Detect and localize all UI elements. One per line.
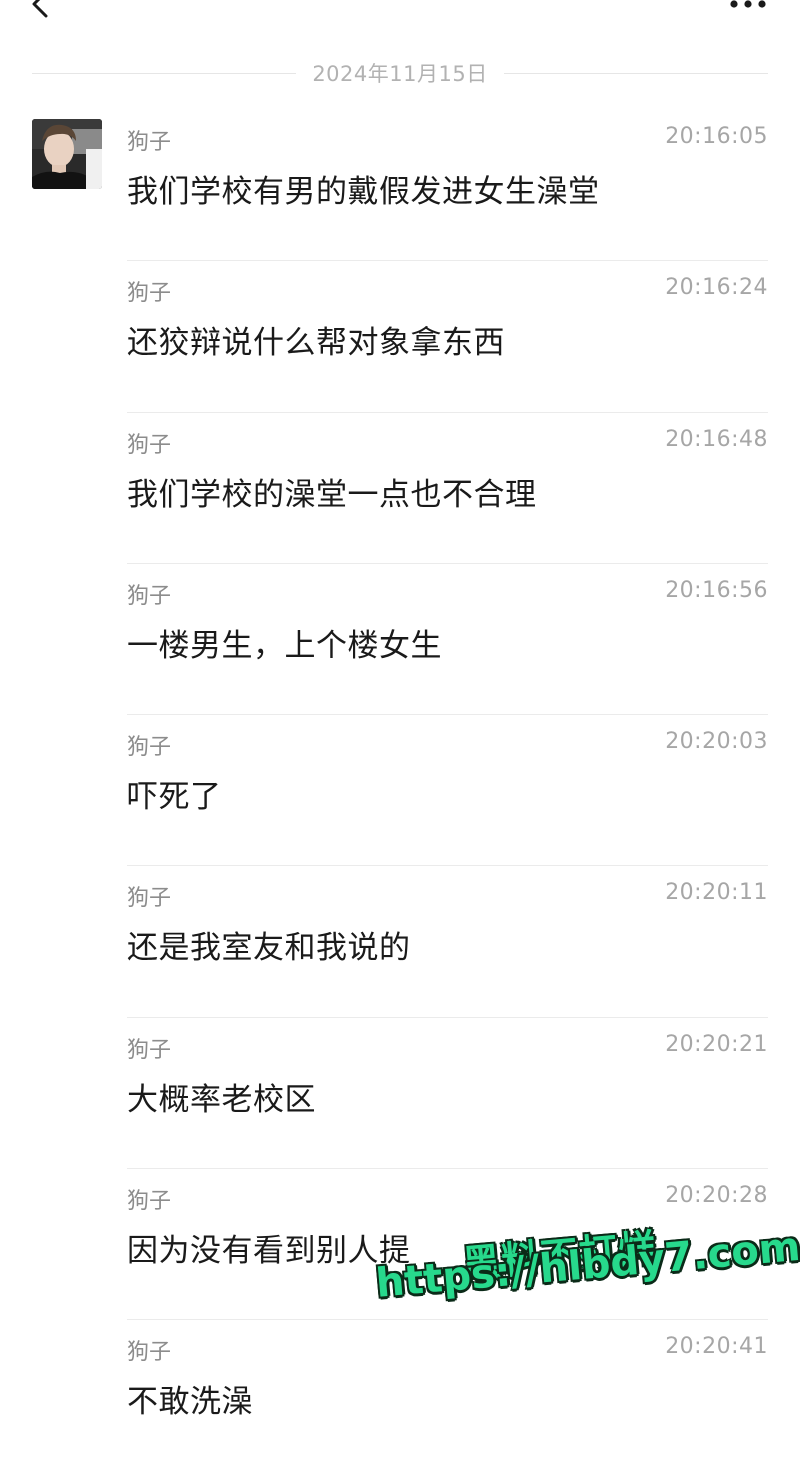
- message-time: 20:16:24: [665, 275, 768, 301]
- message-sender: 狗子: [127, 735, 172, 761]
- message-text: 不敢洗澡: [127, 1384, 253, 1421]
- date-divider: 2024年11月15日: [32, 56, 769, 90]
- message-sender: 狗子: [127, 1037, 172, 1063]
- top-bar: [0, 0, 800, 30]
- message-time: 20:20:11: [665, 880, 768, 906]
- message-time: 20:16:05: [665, 124, 768, 149]
- message-sender: 狗子: [127, 1340, 172, 1366]
- message-time: 20:20:41: [665, 1334, 768, 1360]
- message-text: 大概率老校区: [127, 1081, 316, 1118]
- chevron-left-icon: [32, 0, 48, 18]
- message-sender: 狗子: [127, 583, 172, 609]
- divider-line: [503, 72, 769, 74]
- message-text: 吓死了: [127, 779, 222, 816]
- more-button[interactable]: [726, 0, 770, 14]
- message-item[interactable]: 狗子 20:20:11 还是我室友和我说的: [127, 866, 768, 1018]
- message-text: 还狡辩说什么帮对象拿东西: [127, 325, 505, 362]
- message-sender: 狗子: [127, 281, 172, 307]
- user-avatar-photo: [32, 119, 102, 189]
- message-item[interactable]: 狗子 20:20:28 因为没有看到别人提: [127, 1169, 768, 1321]
- back-button[interactable]: [22, 0, 62, 24]
- message-text: 我们学校的澡堂一点也不合理: [127, 476, 537, 513]
- more-horizontal-icon: [730, 0, 766, 8]
- message-list: 狗子 20:16:05 我们学校有男的戴假发进女生澡堂 狗子 20:16:24 还狡辩说什…: [127, 110, 768, 1472]
- message-item[interactable]: 狗子 20:16:48 我们学校的澡堂一点也不合理: [127, 413, 768, 564]
- message-sender: 狗子: [127, 432, 172, 458]
- message-sender: 狗子: [127, 130, 172, 155]
- message-item[interactable]: 狗子 20:20:03 吓死了: [127, 715, 768, 867]
- divider-line: [32, 72, 297, 74]
- message-sender: 狗子: [127, 1189, 172, 1215]
- message-time: 20:20:03: [665, 729, 768, 755]
- avatar[interactable]: [32, 119, 102, 189]
- message-text: 我们学校有男的戴假发进女生澡堂: [127, 174, 600, 210]
- message-time: 20:16:48: [665, 426, 768, 452]
- message-text: 还是我室友和我说的: [127, 930, 411, 967]
- message-item[interactable]: 狗子 20:16:24 还狡辩说什么帮对象拿东西: [127, 261, 768, 413]
- message-time: 20:20:21: [665, 1031, 768, 1057]
- message-text: 一楼男生，上个楼女生: [127, 627, 442, 664]
- message-item[interactable]: 狗子 20:16:05 我们学校有男的戴假发进女生澡堂: [127, 110, 768, 262]
- message-item[interactable]: 狗子 20:20:41 不敢洗澡: [127, 1320, 768, 1471]
- message-item[interactable]: 狗子 20:20:21 大概率老校区: [127, 1018, 768, 1170]
- message-time: 20:20:28: [665, 1183, 768, 1209]
- message-time: 20:16:56: [665, 577, 768, 603]
- message-item[interactable]: 狗子 20:16:56 一楼男生，上个楼女生: [127, 564, 768, 716]
- date-label: 2024年11月15日: [312, 62, 488, 86]
- message-text: 因为没有看到别人提: [127, 1233, 411, 1270]
- message-sender: 狗子: [127, 886, 172, 912]
